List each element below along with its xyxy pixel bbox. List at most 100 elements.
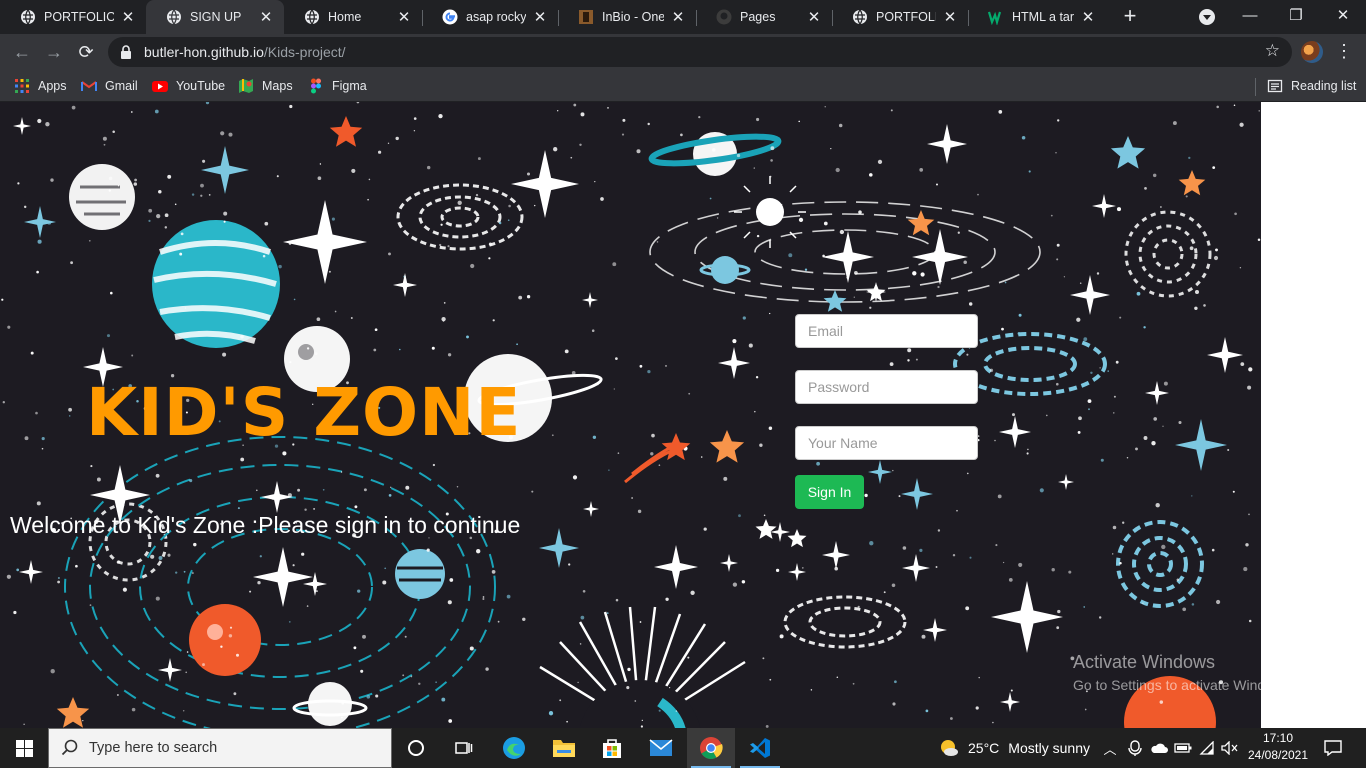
tab-title: HTML a targe — [1012, 10, 1074, 24]
tab-pages[interactable]: Pages ✕ — [696, 0, 832, 34]
close-icon[interactable]: ✕ — [806, 9, 822, 26]
tab-title: PORTFOLIO — [876, 10, 936, 24]
bookmark-label: Maps — [262, 79, 293, 93]
vscode-icon[interactable] — [736, 728, 784, 768]
taskbar-search-input[interactable]: Type here to search — [48, 728, 392, 768]
tab-strip: PORTFOLIO ✕ SIGN UP ✕ Home ✕ asap rocky … — [0, 0, 1366, 34]
google-icon — [442, 9, 458, 25]
w3-icon — [988, 9, 1004, 25]
tab-title: Home — [328, 10, 362, 24]
partly-sunny-icon — [941, 740, 958, 756]
tab-title: asap rocky tu — [466, 10, 526, 24]
address-bar[interactable]: butler-hon.github.io/Kids-project/ ☆ — [108, 37, 1292, 67]
tab-title: InBio - One Pa — [602, 10, 664, 24]
bookmark-gmail[interactable]: Gmail — [81, 76, 138, 96]
github-icon — [716, 9, 732, 25]
windows-start-icon[interactable] — [0, 728, 48, 768]
tab-inbio[interactable]: InBio - One Pa ✕ — [558, 0, 696, 34]
bookmark-label: Figma — [332, 79, 367, 93]
maps-icon — [239, 79, 253, 93]
more-menu-icon[interactable]: ⋮ — [1335, 41, 1353, 63]
restore-icon[interactable]: ❐ — [1273, 0, 1319, 30]
close-icon[interactable]: ✕ — [258, 9, 274, 26]
back-arrow-icon[interactable]: ← — [8, 38, 36, 66]
new-tab-button[interactable]: + — [1118, 5, 1142, 29]
notifications-icon[interactable] — [1318, 728, 1348, 768]
email-field[interactable] — [795, 314, 978, 348]
profile-avatar[interactable] — [1301, 41, 1323, 63]
tab-sign-up[interactable]: SIGN UP ✕ — [146, 0, 284, 34]
microsoft-store-icon[interactable] — [588, 728, 636, 768]
windows-taskbar: Type here to search 25°C Mostly sunny ︿ — [0, 728, 1366, 768]
show-hidden-icons-chevron-icon[interactable]: ︿ — [1100, 728, 1120, 768]
url-host: butler-hon.github.io — [144, 44, 264, 60]
sign-in-button[interactable]: Sign In — [795, 475, 864, 509]
bookmarks-bar: Apps Gmail YouTube Maps Figma Reading li… — [0, 70, 1366, 102]
tab-home[interactable]: Home ✕ — [284, 0, 422, 34]
tab-title: SIGN UP — [190, 10, 242, 24]
weather-temperature: 25°C — [968, 740, 1000, 756]
bookmark-label: Apps — [38, 79, 67, 93]
close-icon[interactable]: ✕ — [120, 9, 136, 26]
close-icon[interactable]: ✕ — [942, 9, 958, 26]
close-window-icon[interactable]: ✕ — [1320, 0, 1366, 30]
task-view-icon[interactable] — [440, 728, 488, 768]
taskbar-clock[interactable]: 17:10 24/08/2021 — [1242, 730, 1314, 766]
welcome-message: Welcome to Kid's Zone :Please sign in to… — [10, 512, 521, 538]
inbio-icon — [578, 9, 594, 25]
page-blank-area — [1261, 102, 1366, 728]
close-icon[interactable]: ✕ — [532, 9, 548, 26]
wifi-icon[interactable] — [1196, 728, 1218, 768]
clock-time: 17:10 — [1262, 731, 1294, 745]
globe-icon — [304, 9, 320, 25]
tab-search-dropdown-icon[interactable] — [1199, 9, 1215, 25]
battery-icon[interactable] — [1172, 728, 1194, 768]
mail-icon[interactable] — [637, 728, 685, 768]
close-icon[interactable]: ✕ — [670, 9, 686, 26]
reading-list-button[interactable]: Reading list — [1267, 76, 1356, 96]
figma-icon — [311, 78, 321, 94]
close-icon[interactable]: ✕ — [396, 9, 412, 26]
gmail-icon — [81, 81, 97, 91]
tab-portfolio[interactable]: PORTFOLIO ✕ — [0, 0, 146, 34]
page-viewport: KID'S ZONE Welcome to Kid's Zone :Please… — [0, 102, 1261, 728]
lock-icon[interactable] — [120, 45, 132, 59]
browser-toolbar: ← → ⟳ butler-hon.github.io/Kids-project/… — [0, 34, 1366, 70]
file-explorer-icon[interactable] — [540, 728, 588, 768]
reload-icon[interactable]: ⟳ — [72, 38, 100, 66]
weather-widget[interactable]: 25°C Mostly sunny — [938, 728, 1090, 768]
globe-icon — [852, 9, 868, 25]
cortana-icon[interactable] — [392, 728, 440, 768]
edge-icon[interactable] — [490, 728, 538, 768]
search-placeholder: Type here to search — [89, 740, 218, 756]
bookmark-label: YouTube — [176, 79, 226, 93]
globe-icon — [20, 9, 36, 25]
bookmarks-separator — [1255, 78, 1256, 96]
onedrive-icon[interactable] — [1148, 728, 1170, 768]
tab-html-target[interactable]: HTML a targe ✕ — [968, 0, 1106, 34]
youtube-icon — [152, 81, 168, 92]
url-path: /Kids-project/ — [263, 44, 346, 60]
tab-title: PORTFOLIO — [44, 10, 114, 24]
bookmark-maps[interactable]: Maps — [238, 76, 293, 96]
reading-list-label: Reading list — [1291, 79, 1357, 93]
bookmark-youtube[interactable]: YouTube — [152, 76, 225, 96]
tab-portfolio-2[interactable]: PORTFOLIO ✕ — [832, 0, 968, 34]
minimize-icon[interactable]: — — [1227, 0, 1273, 30]
bookmark-figma[interactable]: Figma — [308, 76, 367, 96]
close-icon[interactable]: ✕ — [1080, 9, 1096, 26]
tab-google-search[interactable]: asap rocky tu ✕ — [422, 0, 558, 34]
meet-now-icon[interactable] — [1124, 728, 1146, 768]
apps-grid-icon — [15, 79, 29, 93]
name-field[interactable] — [795, 426, 978, 460]
password-field[interactable] — [795, 370, 978, 404]
forward-arrow-icon[interactable]: → — [40, 38, 68, 66]
clock-date: 24/08/2021 — [1247, 748, 1309, 762]
bookmark-label: Gmail — [105, 79, 138, 93]
reading-list-icon — [1267, 79, 1283, 93]
bookmark-star-icon[interactable]: ☆ — [1265, 41, 1280, 61]
volume-muted-icon[interactable] — [1219, 728, 1241, 768]
bookmark-apps[interactable]: Apps — [14, 76, 67, 96]
page-title: KID'S ZONE — [86, 374, 522, 451]
chrome-icon[interactable] — [687, 728, 735, 768]
